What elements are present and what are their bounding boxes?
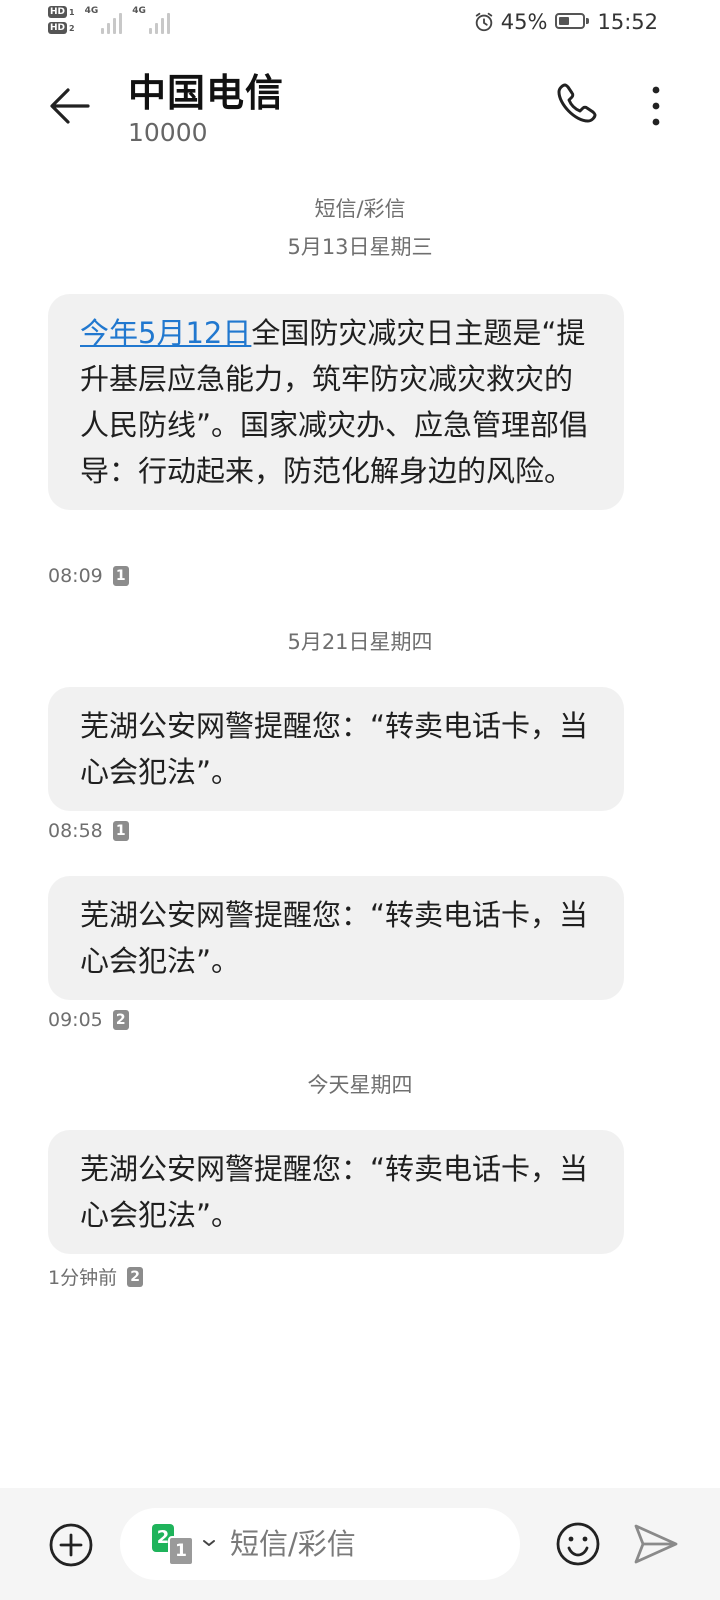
- date-separator: 5月21日星期四: [287, 630, 433, 654]
- message-meta: 08:58 1: [48, 820, 129, 842]
- network-type-1: 4G: [84, 6, 99, 16]
- sim-secondary-icon: 1: [168, 1536, 194, 1566]
- hd-label: HD: [48, 22, 68, 34]
- message-text: 芜湖公安网警提醒您：“转卖电话卡，当心会犯法”。: [80, 1152, 589, 1232]
- status-right: 45% 15:52: [473, 10, 658, 34]
- emoji-button[interactable]: [554, 1520, 602, 1568]
- battery-level: [559, 17, 570, 25]
- signal-bar: [107, 23, 111, 34]
- date-separator: 今天星期四: [307, 1073, 413, 1097]
- battery-icon: [555, 13, 590, 29]
- sim-card-icon: 1: [112, 566, 129, 586]
- conversation-header: 中国电信 10000: [0, 60, 720, 160]
- date-separator: 5月13日星期三: [287, 235, 433, 259]
- send-icon: [634, 1524, 678, 1564]
- chevron-down-icon: [203, 1540, 215, 1546]
- phone-icon: [557, 83, 597, 123]
- sim-card-icon: 2: [112, 1010, 129, 1030]
- contact-number: 10000: [128, 118, 208, 147]
- contact-name: 中国电信: [128, 71, 285, 115]
- alarm-icon: [475, 12, 493, 32]
- hd-sim-number: 1: [69, 7, 75, 17]
- message-time: 08:09: [48, 565, 103, 587]
- call-button[interactable]: [552, 80, 600, 128]
- message-type-label: 短信/彩信: [314, 197, 406, 221]
- signal-bar: [119, 13, 123, 34]
- message-meta: 08:09 1: [48, 565, 129, 587]
- clock: 15:52: [597, 10, 658, 34]
- add-circle-icon: [49, 1523, 93, 1567]
- add-attachment-button[interactable]: [48, 1522, 94, 1568]
- status-bar: HD 1 HD 2 4G 4G 45% 15:52: [0, 0, 720, 48]
- message-meta: 09:05 2: [48, 1009, 129, 1031]
- message-time: 09:05: [48, 1009, 103, 1031]
- message-input[interactable]: [230, 1520, 500, 1568]
- sim-card-icon: 1: [112, 821, 129, 841]
- hd-indicator-2: HD 2: [48, 22, 75, 34]
- signal-icon: 4G: [132, 6, 170, 34]
- more-vertical-icon: [652, 86, 660, 126]
- sim-selector[interactable]: 2 1: [152, 1524, 218, 1566]
- status-left: HD 1 HD 2 4G 4G: [48, 6, 170, 34]
- message-bubble[interactable]: 芜湖公安网警提醒您：“转卖电话卡，当心会犯法”。: [48, 876, 624, 1000]
- more-options-button[interactable]: [642, 82, 670, 130]
- date-link[interactable]: 今年5月12日: [80, 316, 251, 350]
- message-bubble[interactable]: 芜湖公安网警提醒您：“转卖电话卡，当心会犯法”。: [48, 1130, 624, 1254]
- signal-bar: [154, 23, 158, 34]
- sim-card-icon: 2: [127, 1266, 144, 1287]
- message-bubble[interactable]: 芜湖公安网警提醒您：“转卖电话卡，当心会犯法”。: [48, 687, 624, 811]
- emoji-icon: [556, 1522, 600, 1566]
- network-type-2: 4G: [132, 6, 146, 16]
- message-time: 08:58: [48, 820, 103, 842]
- hd-label: HD: [48, 6, 68, 18]
- message-input-container: 2 1: [120, 1508, 520, 1580]
- battery-percent: 45%: [500, 10, 548, 34]
- signal-bar: [160, 18, 164, 34]
- message-text: 芜湖公安网警提醒您：“转卖电话卡，当心会犯法”。: [80, 709, 589, 789]
- message-meta: 1分钟前 2: [48, 1263, 144, 1290]
- back-arrow-icon: [50, 88, 90, 124]
- battery-icon-wrap: [553, 10, 590, 34]
- send-button[interactable]: [632, 1520, 680, 1568]
- back-button[interactable]: [46, 82, 94, 130]
- composer-bar: 2 1: [0, 1488, 720, 1600]
- signal-bar: [101, 28, 105, 34]
- signal-bar: [148, 28, 152, 34]
- signal-icon: 4G: [85, 6, 123, 34]
- message-text: 芜湖公安网警提醒您：“转卖电话卡，当心会犯法”。: [80, 898, 589, 978]
- hd-indicators: HD 1 HD 2: [48, 6, 75, 34]
- hd-indicator-1: HD 1: [48, 6, 75, 18]
- message-time: 1分钟前: [48, 1267, 118, 1289]
- signal-bar: [113, 18, 117, 34]
- hd-sim-number: 2: [69, 23, 75, 33]
- signal-bar: [166, 13, 170, 34]
- message-bubble[interactable]: 今年5月12日全国防灾减灾日主题是“提升基层应急能力，筑牢防灾减灾救灾的人民防线…: [48, 294, 624, 510]
